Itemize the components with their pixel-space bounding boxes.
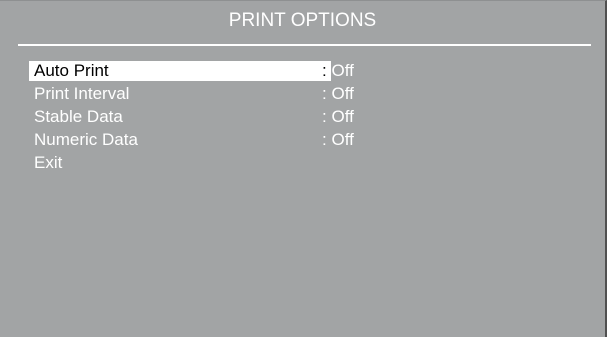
print-options-screen: PRINT OPTIONS Auto Print : Off Print Int… (0, 0, 607, 337)
menu-item-separator: : (322, 84, 327, 103)
title-divider (18, 44, 591, 46)
menu-item-exit[interactable]: Exit (29, 152, 363, 175)
menu-item-separator: : (322, 130, 327, 149)
menu-item-separator: : (322, 61, 327, 80)
menu-item-value-group: : Off (322, 106, 354, 128)
menu-item-label: Stable Data (34, 107, 123, 126)
menu-item-value: Off (331, 107, 354, 126)
menu-item-value-group: : Off (322, 60, 354, 82)
header: PRINT OPTIONS (0, 1, 605, 46)
page-title: PRINT OPTIONS (228, 10, 377, 31)
menu-item-value-group: : Off (322, 129, 354, 151)
options-menu: Auto Print : Off Print Interval : Off St… (29, 60, 363, 175)
menu-item-value-group: : Off (322, 83, 354, 105)
menu-item-numeric-data[interactable]: Numeric Data : Off (29, 129, 363, 152)
menu-item-label: Auto Print (34, 61, 109, 80)
menu-item-label: Print Interval (34, 84, 130, 103)
menu-item-print-interval[interactable]: Print Interval : Off (29, 83, 363, 106)
menu-item-stable-data[interactable]: Stable Data : Off (29, 106, 363, 129)
menu-item-separator: : (322, 107, 327, 126)
menu-item-value: Off (331, 130, 354, 149)
menu-item-value: Off (331, 61, 354, 80)
menu-item-value: Off (331, 84, 354, 103)
menu-item-auto-print[interactable]: Auto Print : Off (29, 60, 363, 83)
menu-item-label: Numeric Data (34, 130, 138, 149)
menu-item-label: Exit (34, 153, 63, 172)
